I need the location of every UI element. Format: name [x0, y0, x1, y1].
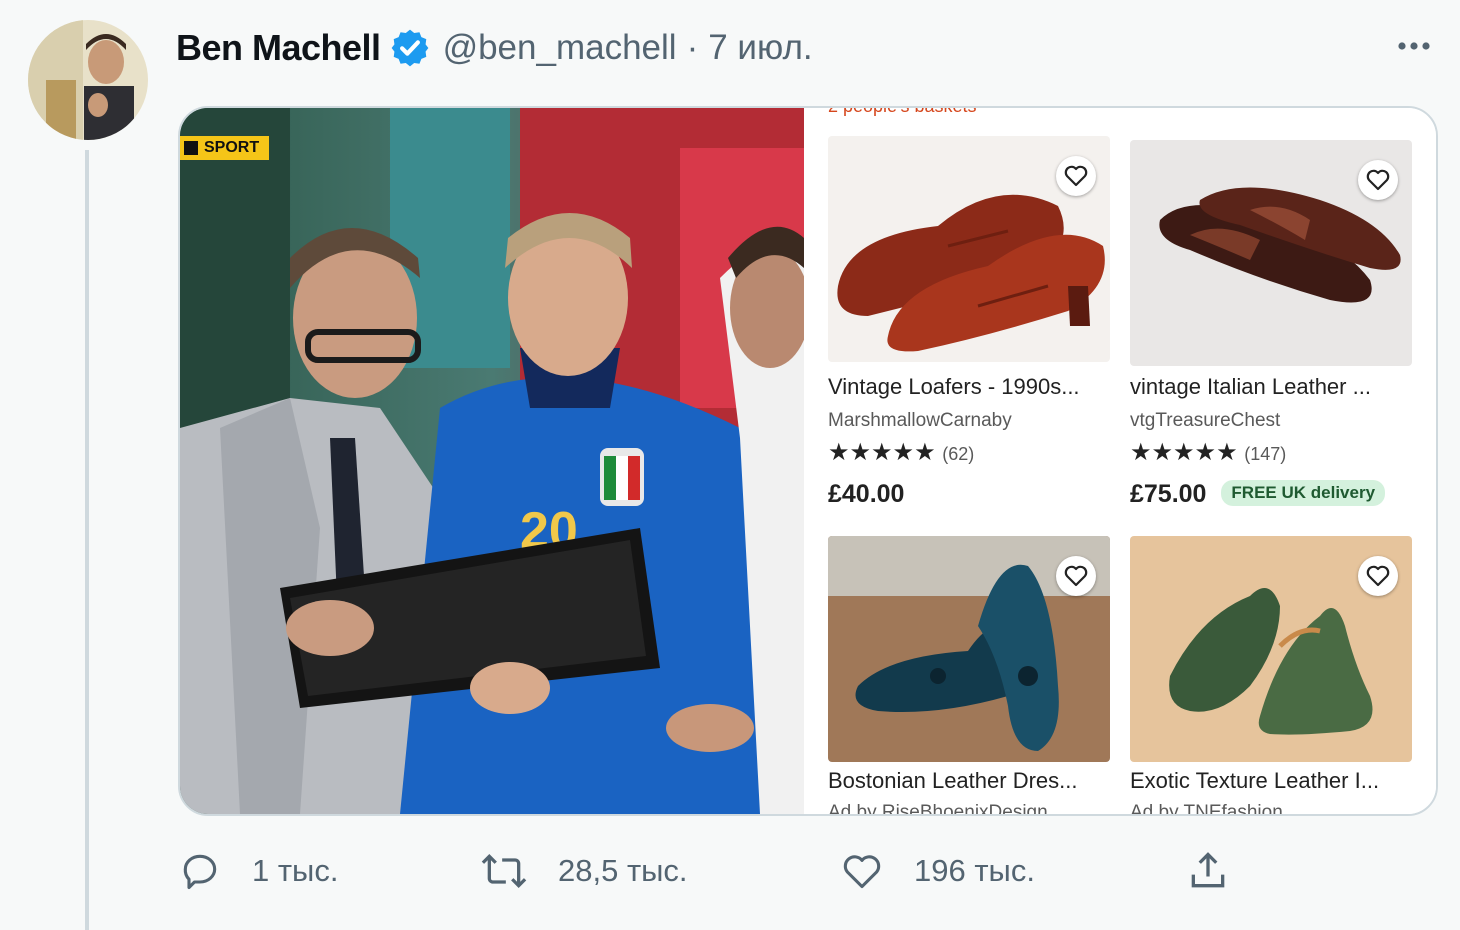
- shop-screenshot: 2 people's baskets Vintage Loafers - 199…: [806, 108, 1436, 814]
- share-button[interactable]: [1186, 846, 1230, 896]
- rating-stars: ★★★★★: [828, 439, 936, 466]
- product-image: [1130, 140, 1412, 366]
- retweet-icon: [481, 853, 527, 889]
- product-shop: Ad by TNEfashion: [1130, 802, 1283, 816]
- favorite-heart-icon[interactable]: [1056, 156, 1096, 196]
- author-name[interactable]: Ben Machell: [176, 27, 381, 69]
- product-price: £40.00: [828, 480, 905, 508]
- retweet-button[interactable]: 28,5 тыс.: [480, 846, 688, 896]
- avatar[interactable]: [28, 20, 148, 140]
- heart-icon: [843, 855, 881, 889]
- reply-icon: [183, 854, 217, 890]
- product-image: [828, 136, 1110, 362]
- product-title[interactable]: Bostonian Leather Dres...: [828, 768, 1110, 794]
- football-photo: 20 SPORT: [180, 108, 810, 814]
- product-title[interactable]: vintage Italian Leather ...: [1130, 374, 1412, 400]
- product-image: [1130, 536, 1412, 762]
- product-rating: ★★★★★ (62): [828, 438, 974, 467]
- tweet-date[interactable]: 7 июл.: [708, 28, 812, 68]
- reply-button[interactable]: 1 тыс.: [178, 846, 338, 896]
- baskets-header: 2 people's baskets: [828, 106, 977, 116]
- retweet-count: 28,5 тыс.: [558, 853, 688, 888]
- rating-stars: ★★★★★: [1130, 439, 1238, 466]
- tweet-header: Ben Machell @ben_machell · 7 июл.: [176, 24, 813, 72]
- reply-count: 1 тыс.: [252, 853, 339, 888]
- product-shop: MarshmallowCarnaby: [828, 410, 1012, 431]
- tweet-media[interactable]: 20 SPORT 2 people's baskets Vintage Loaf…: [178, 106, 1438, 816]
- free-delivery-badge: FREE UK delivery: [1221, 480, 1386, 507]
- avatar-image: [28, 20, 148, 140]
- sport-badge-label: SPORT: [204, 139, 260, 156]
- product-price: £75.00 FREE UK delivery: [1130, 480, 1386, 509]
- product-price-value: £75.00: [1130, 480, 1207, 508]
- review-count: (147): [1244, 444, 1287, 464]
- date-separator: ·: [686, 28, 699, 67]
- product-title[interactable]: Vintage Loafers - 1990s...: [828, 374, 1110, 400]
- verified-badge-icon: [389, 27, 431, 69]
- like-count: 196 тыс.: [914, 853, 1035, 888]
- channel-logo-icon: [184, 141, 198, 155]
- product-shop: vtgTreasureChest: [1130, 410, 1281, 431]
- product-image: [828, 536, 1110, 762]
- share-icon: [1191, 852, 1225, 888]
- author-handle[interactable]: @ben_machell: [443, 28, 677, 68]
- like-button[interactable]: 196 тыс.: [840, 846, 1035, 896]
- product-shop: Ad by RiseBhoenixDesign: [828, 802, 1048, 816]
- tweet-actions: 1 тыс. 28,5 тыс. 196 тыс.: [178, 846, 1258, 896]
- sport-badge: SPORT: [180, 136, 270, 160]
- more-options-icon[interactable]: [1394, 26, 1434, 66]
- product-rating: ★★★★★ (147): [1130, 438, 1286, 467]
- product-title[interactable]: Exotic Texture Leather I...: [1130, 768, 1412, 794]
- favorite-heart-icon[interactable]: [1056, 556, 1096, 596]
- thread-line: [85, 150, 89, 930]
- review-count: (62): [942, 444, 975, 464]
- favorite-heart-icon[interactable]: [1358, 556, 1398, 596]
- favorite-heart-icon[interactable]: [1358, 160, 1398, 200]
